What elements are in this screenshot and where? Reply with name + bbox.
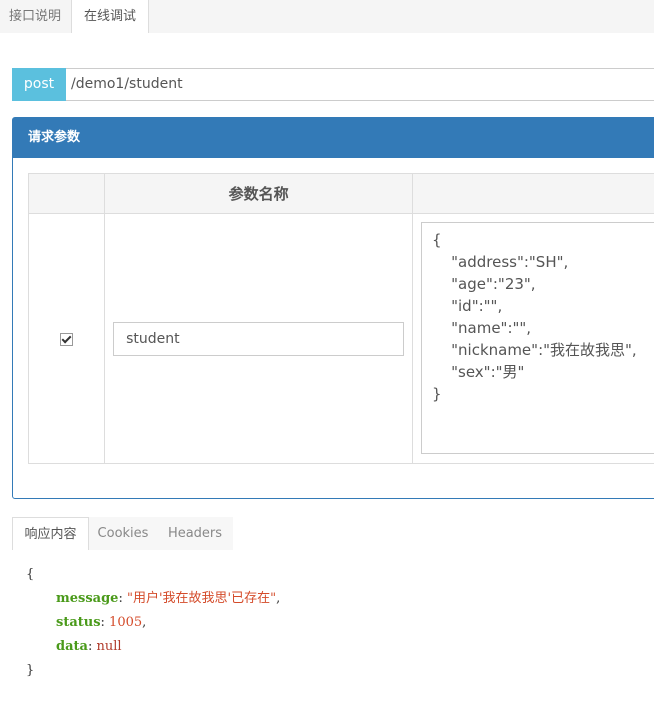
response-tab-bar: 响应内容 Cookies Headers xyxy=(12,517,234,550)
tab-api-description[interactable]: 接口说明 xyxy=(0,0,71,32)
param-value-textarea[interactable]: { "address":"SH", "age":"23", "id":"", "… xyxy=(421,222,654,454)
trail: , xyxy=(142,615,147,630)
select-cell xyxy=(27,213,106,464)
header-param-value xyxy=(412,173,654,214)
table-header-row: 参数名称 xyxy=(27,173,654,214)
header-param-name: 参数名称 xyxy=(104,173,414,214)
header-select xyxy=(27,173,106,214)
colon: : xyxy=(100,615,110,630)
tab-online-debug[interactable]: 在线调试 xyxy=(71,0,149,33)
top-tab-bar: 接口说明 在线调试 xyxy=(0,0,654,33)
response-field-status: status: 1005, xyxy=(26,611,626,635)
tab-headers[interactable]: Headers xyxy=(157,517,233,550)
name-cell xyxy=(104,213,414,464)
param-checkbox[interactable] xyxy=(60,333,74,346)
response-close-brace: } xyxy=(26,663,35,678)
colon: : xyxy=(118,591,127,606)
response-key: data xyxy=(56,639,88,654)
response-field-data: data: null xyxy=(26,635,626,659)
param-name-input[interactable] xyxy=(113,321,405,356)
tab-cookies[interactable]: Cookies xyxy=(89,517,157,550)
response-field-message: message: "用户'我在故我思'已存在", xyxy=(26,587,626,611)
request-params-panel: 请求参数 参数名称 { "address":"SH", "age":"23", … xyxy=(12,117,654,499)
table-row: { "address":"SH", "age":"23", "id":"", "… xyxy=(27,213,654,464)
value-cell: { "address":"SH", "age":"23", "id":"", "… xyxy=(412,213,654,464)
tab-response-content[interactable]: 响应内容 xyxy=(12,517,89,550)
panel-title: 请求参数 xyxy=(13,118,654,158)
request-url-bar: post xyxy=(12,68,654,101)
response-body: { message: "用户'我在故我思'已存在", status: 1005,… xyxy=(26,563,626,683)
response-key: message xyxy=(56,591,119,606)
url-input[interactable] xyxy=(71,69,631,100)
response-open-brace: { xyxy=(26,567,35,582)
response-value: "用户'我在故我思'已存在" xyxy=(126,591,277,606)
response-value: 1005 xyxy=(109,615,143,630)
response-value: null xyxy=(96,639,122,654)
params-table: 参数名称 { "address":"SH", "age":"23", "id":… xyxy=(27,173,654,464)
trail: , xyxy=(276,591,281,606)
response-key: status xyxy=(56,615,101,630)
method-badge[interactable]: post xyxy=(12,68,66,101)
